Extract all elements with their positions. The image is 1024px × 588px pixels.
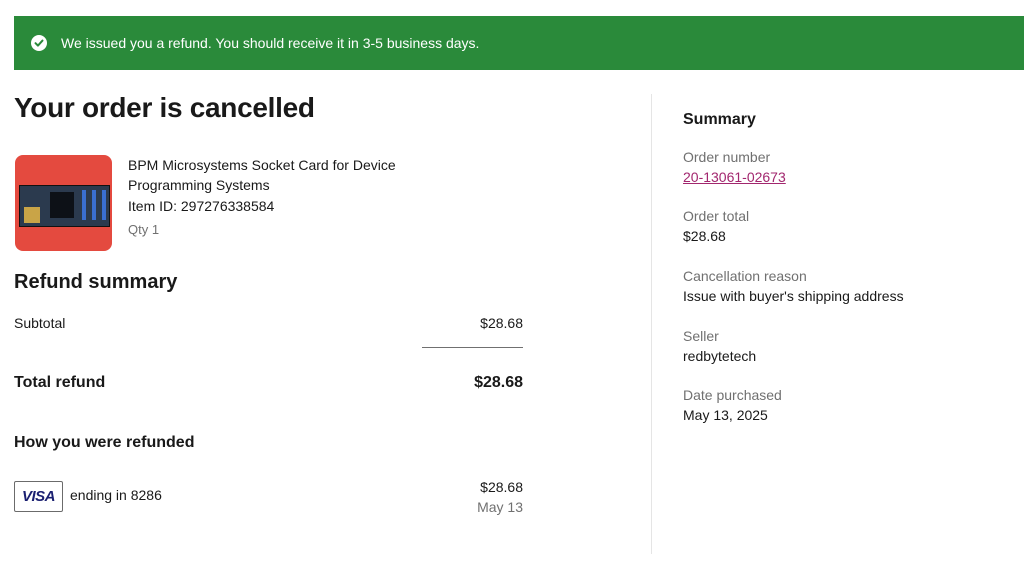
refund-summary-title: Refund summary [14, 271, 178, 293]
card-ending: ending in 8286 [70, 487, 162, 503]
subtotal-value: $28.68 [480, 315, 523, 331]
visa-card-icon: VISA [14, 481, 63, 512]
column-divider [651, 94, 652, 554]
order-number-label: Order number [683, 149, 771, 165]
page-title: Your order is cancelled [14, 92, 315, 123]
banner-message: We issued you a refund. You should recei… [61, 35, 480, 51]
seller-label: Seller [683, 328, 719, 344]
order-total-label: Order total [683, 208, 750, 224]
summary-title: Summary [683, 111, 756, 128]
cancellation-reason-value: Issue with buyer's shipping address [683, 288, 904, 304]
date-purchased-label: Date purchased [683, 387, 782, 403]
total-refund-label: Total refund [14, 374, 106, 391]
refund-date: May 13 [477, 499, 523, 515]
refund-method-title: How you were refunded [14, 434, 195, 451]
divider [422, 347, 523, 348]
item-qty: Qty 1 [128, 222, 160, 237]
seller-value[interactable]: redbytetech [683, 348, 756, 364]
item-image[interactable] [15, 155, 112, 251]
total-refund-value: $28.68 [474, 374, 523, 391]
date-purchased-value: May 13, 2025 [683, 407, 768, 423]
check-circle-icon [31, 35, 47, 51]
refund-banner: We issued you a refund. You should recei… [14, 16, 1024, 70]
item-title[interactable]: BPM Microsystems Socket Card for Device … [128, 155, 428, 195]
subtotal-label: Subtotal [14, 315, 66, 331]
order-number-link[interactable]: 20-13061-02673 [683, 169, 786, 185]
refund-amount: $28.68 [480, 479, 523, 495]
order-total-value: $28.68 [683, 228, 726, 244]
item-id: Item ID: 297276338584 [128, 198, 275, 214]
cancellation-reason-label: Cancellation reason [683, 268, 807, 284]
